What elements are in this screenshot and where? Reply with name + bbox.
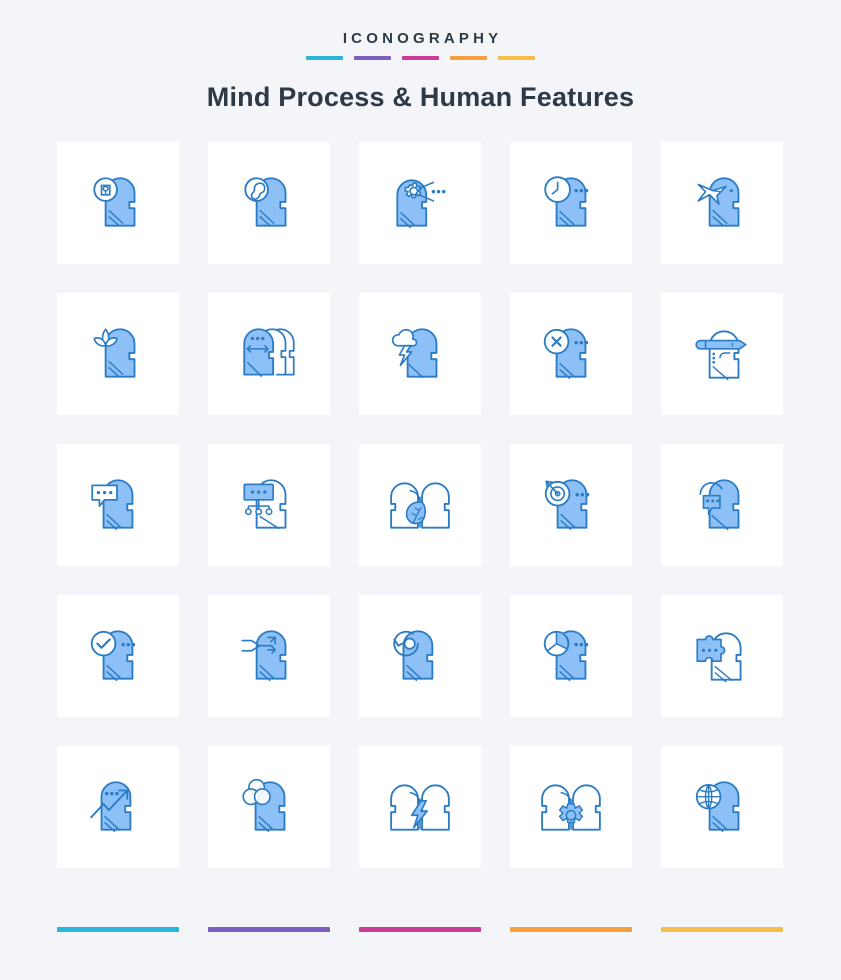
icon-cell[interactable] xyxy=(208,142,330,264)
icon-cell[interactable] xyxy=(208,293,330,415)
heads-exchange-icon xyxy=(243,328,295,378)
icon-cell[interactable] xyxy=(661,595,783,717)
head-network-icon xyxy=(243,479,287,530)
icon-cell[interactable] xyxy=(57,746,179,868)
head-origami-bird-icon xyxy=(697,177,740,227)
icon-cell[interactable] xyxy=(661,293,783,415)
icon-cell[interactable] xyxy=(208,746,330,868)
icon-grid xyxy=(57,142,784,868)
head-thought-bubble-icon xyxy=(699,479,740,531)
head-brainstorm-icon xyxy=(391,328,438,379)
rule-cyan xyxy=(306,56,343,60)
head-venn-icon xyxy=(242,778,286,833)
icon-cell[interactable] xyxy=(359,746,481,868)
heads-gear-icon xyxy=(541,784,601,831)
head-pencil-icon xyxy=(695,330,747,381)
heads-leaf-icon xyxy=(390,482,450,529)
icon-cell[interactable] xyxy=(510,444,632,566)
head-keyhole-icon xyxy=(93,177,136,227)
head-gear-broadcast-icon xyxy=(396,179,446,229)
head-growth-chart-icon xyxy=(90,781,132,833)
icon-cell[interactable] xyxy=(57,595,179,717)
head-lotus-icon xyxy=(93,328,136,378)
head-target-icon xyxy=(544,479,590,531)
footer-rule-cyan xyxy=(57,927,179,932)
head-check-icon xyxy=(90,630,136,682)
icon-cell[interactable] xyxy=(661,746,783,868)
footer-rule-magenta xyxy=(359,927,481,932)
head-puzzle-icon xyxy=(696,632,742,683)
icon-cell[interactable] xyxy=(359,444,481,566)
icon-cell[interactable] xyxy=(57,444,179,566)
brand-rule-group xyxy=(0,56,841,60)
rule-gold xyxy=(498,56,535,60)
icon-cell[interactable] xyxy=(57,293,179,415)
footer-rule-purple xyxy=(208,927,330,932)
head-globe-icon xyxy=(695,781,740,833)
head-wrench-icon xyxy=(244,177,287,227)
rule-orange xyxy=(450,56,487,60)
icon-cell[interactable] xyxy=(661,142,783,264)
page-header: ICONOGRAPHY Mind Process & Human Feature… xyxy=(0,0,841,113)
icon-cell[interactable] xyxy=(359,293,481,415)
page-title: Mind Process & Human Features xyxy=(206,82,635,112)
head-refresh-icon xyxy=(393,630,434,682)
icon-cell[interactable] xyxy=(359,142,481,264)
brand-label: ICONOGRAPHY xyxy=(342,30,503,47)
icon-cell[interactable] xyxy=(510,142,632,264)
icon-cell[interactable] xyxy=(510,595,632,717)
head-pie-chart-icon xyxy=(543,630,589,682)
head-chat-bubble-icon xyxy=(91,479,134,531)
rule-magenta xyxy=(402,56,439,60)
head-cross-icon xyxy=(543,328,589,380)
icon-pack-page: ICONOGRAPHY Mind Process & Human Feature… xyxy=(0,0,841,980)
footer-rule-group xyxy=(57,927,784,932)
head-clock-icon xyxy=(544,176,589,228)
head-arrows-merge-icon xyxy=(241,630,287,682)
footer-rule-orange xyxy=(510,927,632,932)
footer-rule-gold xyxy=(661,927,783,932)
icon-cell[interactable] xyxy=(510,746,632,868)
icon-cell[interactable] xyxy=(208,444,330,566)
icon-cell[interactable] xyxy=(510,293,632,415)
icon-cell[interactable] xyxy=(661,444,783,566)
rule-purple xyxy=(354,56,391,60)
heads-lightning-icon xyxy=(390,784,450,831)
icon-cell[interactable] xyxy=(57,142,179,264)
icon-cell[interactable] xyxy=(208,595,330,717)
icon-cell[interactable] xyxy=(359,595,481,717)
